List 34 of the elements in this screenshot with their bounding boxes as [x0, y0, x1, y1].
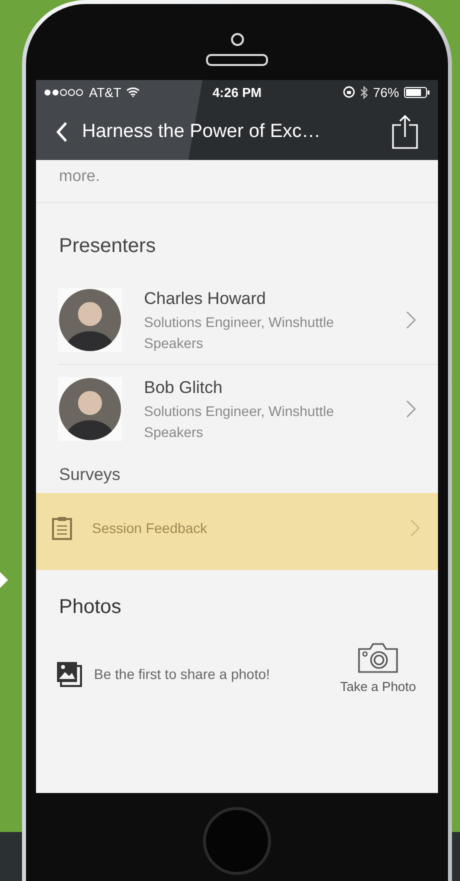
presenter-category: Speakers	[144, 424, 204, 440]
presenter-title: Solutions Engineer, Winshuttle	[144, 314, 335, 330]
chevron-icon[interactable]	[406, 400, 416, 418]
share-icon[interactable]	[392, 115, 418, 149]
description-text: more.	[36, 160, 438, 203]
battery-icon	[404, 86, 430, 98]
signal-icon	[44, 88, 84, 96]
presenter-name: Bob Glitch	[144, 378, 224, 398]
wifi-icon	[126, 87, 140, 97]
photos-icon	[56, 660, 82, 686]
bluetooth-icon	[360, 86, 368, 98]
camera-icon	[358, 643, 398, 673]
presenter-category: Speakers	[144, 335, 204, 351]
section-heading: Presenters	[58, 234, 157, 259]
screen-title: Harness the Power of Exc…	[82, 121, 322, 143]
rotation-lock-icon	[342, 86, 355, 98]
clock-time: 4:26 PM	[212, 84, 262, 100]
section-heading: Surveys	[58, 464, 122, 486]
chevron-icon[interactable]	[406, 311, 416, 329]
clipboard-icon	[52, 516, 72, 540]
speaker-grille	[206, 54, 268, 66]
pointer-icon	[0, 572, 8, 588]
camera-lens	[230, 33, 244, 46]
avatar	[58, 377, 122, 441]
avatar	[58, 288, 122, 352]
section-heading: Photos	[58, 595, 122, 620]
battery-percent: 76%	[372, 84, 400, 100]
presenter-title: Solutions Engineer, Winshuttle	[144, 403, 335, 419]
presenter-name: Charles Howard	[144, 289, 267, 309]
chevron-icon	[410, 518, 420, 536]
empty-photos-message: Be the first to share a photo!	[94, 666, 271, 682]
carrier-name: AT&T	[89, 84, 122, 100]
back-icon[interactable]	[56, 121, 68, 143]
take-photo-button[interactable]: Take a Photo	[340, 643, 416, 694]
